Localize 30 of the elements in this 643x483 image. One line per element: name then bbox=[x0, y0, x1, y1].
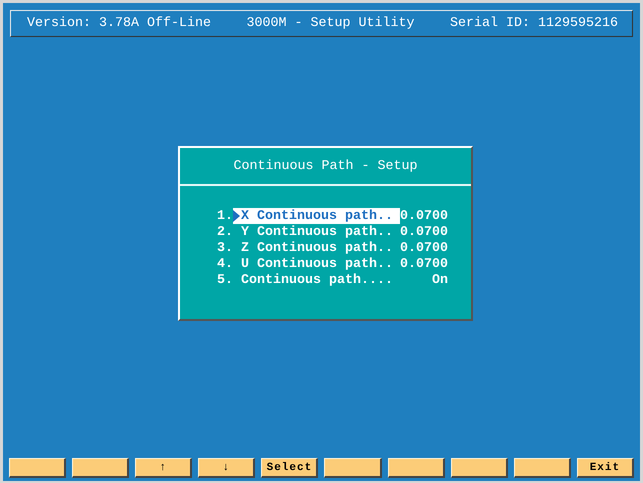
function-key[interactable]: Exit bbox=[576, 458, 634, 478]
blank-function-key[interactable] bbox=[9, 458, 66, 478]
menu-item[interactable]: Y Continuous path.. bbox=[233, 224, 400, 240]
menu-item[interactable]: X Continuous path.. bbox=[233, 208, 400, 224]
menu-item[interactable]: U Continuous path.. bbox=[233, 256, 400, 272]
item-value: On bbox=[431, 272, 448, 288]
menu-item[interactable]: Continuous path.... bbox=[233, 272, 400, 288]
item-number: 2. bbox=[217, 224, 233, 240]
item-value: 0.0700 bbox=[400, 224, 448, 240]
item-value: 0.0700 bbox=[400, 256, 448, 272]
function-key[interactable]: Select bbox=[261, 458, 318, 478]
app-title: 3000M - Setup Utility bbox=[246, 16, 414, 31]
dialog-title: Continuous Path - Setup bbox=[232, 158, 418, 176]
blank-function-key[interactable] bbox=[72, 458, 130, 478]
menu-item[interactable]: Z Continuous path.. bbox=[233, 240, 400, 256]
item-number: 3. bbox=[217, 240, 233, 256]
version-text: Version: 3.78A Off-Line bbox=[27, 16, 211, 31]
blank-function-key[interactable] bbox=[324, 458, 382, 478]
function-key[interactable]: ↑ bbox=[135, 458, 192, 478]
item-value: 0.0700 bbox=[400, 208, 448, 224]
blank-function-key[interactable] bbox=[514, 458, 571, 478]
pointer-icon bbox=[233, 210, 240, 222]
function-key[interactable]: ↓ bbox=[198, 458, 256, 478]
serial-text: Serial ID: 1129595216 bbox=[450, 16, 618, 31]
item-value: 0.0700 bbox=[400, 240, 448, 256]
item-number: 5. bbox=[217, 272, 233, 288]
item-number: 4. bbox=[217, 256, 233, 272]
blank-function-key[interactable] bbox=[388, 458, 445, 478]
item-number: 1. bbox=[217, 208, 233, 224]
blank-function-key[interactable] bbox=[450, 458, 508, 478]
